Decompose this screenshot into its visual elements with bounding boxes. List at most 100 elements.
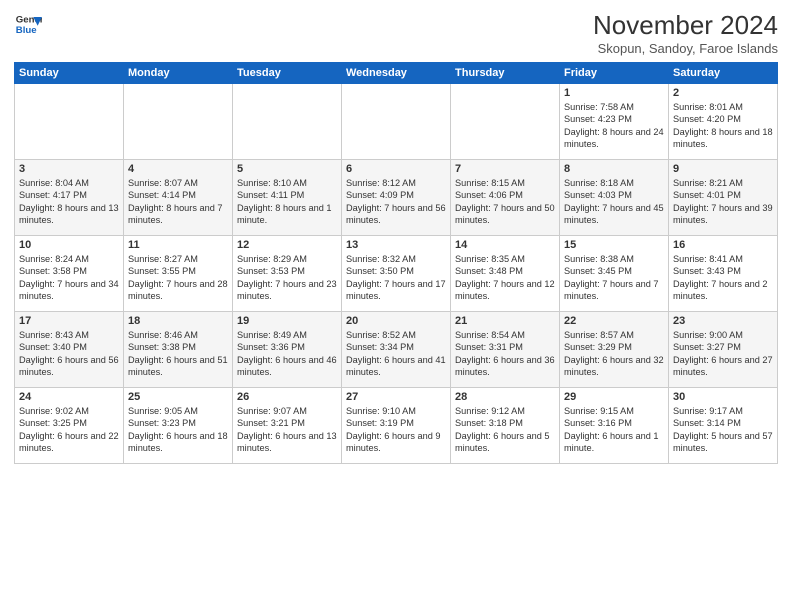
- day-number: 29: [564, 391, 664, 403]
- day-info-line: Sunrise: 8:24 AM: [19, 253, 119, 265]
- day-info-line: Sunrise: 8:15 AM: [455, 177, 555, 189]
- day-info-line: Sunset: 4:01 PM: [673, 189, 773, 201]
- day-info-line: Daylight: 7 hours and 12 minutes.: [455, 278, 555, 303]
- calendar-cell: [15, 84, 124, 160]
- day-info-line: Daylight: 8 hours and 18 minutes.: [673, 126, 773, 151]
- day-info-line: Sunset: 3:55 PM: [128, 265, 228, 277]
- day-info-line: Daylight: 6 hours and 41 minutes.: [346, 354, 446, 379]
- day-info-line: Sunrise: 8:38 AM: [564, 253, 664, 265]
- day-number: 9: [673, 163, 773, 175]
- day-info-line: Sunset: 3:48 PM: [455, 265, 555, 277]
- day-info-line: Daylight: 8 hours and 24 minutes.: [564, 126, 664, 151]
- day-info-line: Sunrise: 8:21 AM: [673, 177, 773, 189]
- day-info-line: Sunset: 4:06 PM: [455, 189, 555, 201]
- calendar-week-row: 10Sunrise: 8:24 AMSunset: 3:58 PMDayligh…: [15, 236, 778, 312]
- day-info-line: Sunrise: 9:05 AM: [128, 405, 228, 417]
- calendar-week-row: 17Sunrise: 8:43 AMSunset: 3:40 PMDayligh…: [15, 312, 778, 388]
- day-info-line: Sunrise: 8:52 AM: [346, 329, 446, 341]
- calendar-table: Sunday Monday Tuesday Wednesday Thursday…: [14, 62, 778, 464]
- day-info-line: Daylight: 8 hours and 13 minutes.: [19, 202, 119, 227]
- day-info-line: Sunrise: 8:29 AM: [237, 253, 337, 265]
- header: General Blue November 2024 Skopun, Sando…: [14, 10, 778, 56]
- calendar-cell: 9Sunrise: 8:21 AMSunset: 4:01 PMDaylight…: [669, 160, 778, 236]
- day-info-line: Daylight: 7 hours and 7 minutes.: [564, 278, 664, 303]
- col-sunday: Sunday: [15, 63, 124, 84]
- calendar-cell: 5Sunrise: 8:10 AMSunset: 4:11 PMDaylight…: [233, 160, 342, 236]
- day-info-line: Sunset: 3:19 PM: [346, 417, 446, 429]
- day-info-line: Sunrise: 8:04 AM: [19, 177, 119, 189]
- day-info-line: Daylight: 8 hours and 7 minutes.: [128, 202, 228, 227]
- calendar-cell: 13Sunrise: 8:32 AMSunset: 3:50 PMDayligh…: [342, 236, 451, 312]
- day-info-line: Sunset: 4:14 PM: [128, 189, 228, 201]
- day-info-line: Sunset: 4:09 PM: [346, 189, 446, 201]
- day-info-line: Daylight: 6 hours and 5 minutes.: [455, 430, 555, 455]
- calendar-cell: 18Sunrise: 8:46 AMSunset: 3:38 PMDayligh…: [124, 312, 233, 388]
- logo-icon: General Blue: [14, 10, 42, 38]
- day-number: 2: [673, 87, 773, 99]
- day-info-line: Sunset: 3:43 PM: [673, 265, 773, 277]
- day-info-line: Daylight: 6 hours and 13 minutes.: [237, 430, 337, 455]
- calendar-cell: 14Sunrise: 8:35 AMSunset: 3:48 PMDayligh…: [451, 236, 560, 312]
- day-info-line: Daylight: 8 hours and 1 minute.: [237, 202, 337, 227]
- day-number: 13: [346, 239, 446, 251]
- page: General Blue November 2024 Skopun, Sando…: [0, 0, 792, 612]
- calendar-week-row: 24Sunrise: 9:02 AMSunset: 3:25 PMDayligh…: [15, 388, 778, 464]
- day-info-line: Sunset: 3:31 PM: [455, 341, 555, 353]
- calendar-cell: 12Sunrise: 8:29 AMSunset: 3:53 PMDayligh…: [233, 236, 342, 312]
- day-info-line: Sunset: 3:14 PM: [673, 417, 773, 429]
- day-number: 3: [19, 163, 119, 175]
- calendar-cell: [451, 84, 560, 160]
- day-info-line: Daylight: 7 hours and 50 minutes.: [455, 202, 555, 227]
- subtitle: Skopun, Sandoy, Faroe Islands: [593, 41, 778, 56]
- day-info-line: Sunrise: 8:57 AM: [564, 329, 664, 341]
- day-number: 20: [346, 315, 446, 327]
- calendar-cell: 25Sunrise: 9:05 AMSunset: 3:23 PMDayligh…: [124, 388, 233, 464]
- day-number: 30: [673, 391, 773, 403]
- day-number: 12: [237, 239, 337, 251]
- day-info-line: Sunset: 3:27 PM: [673, 341, 773, 353]
- day-info-line: Sunset: 3:38 PM: [128, 341, 228, 353]
- day-info-line: Sunrise: 8:18 AM: [564, 177, 664, 189]
- calendar-cell: 20Sunrise: 8:52 AMSunset: 3:34 PMDayligh…: [342, 312, 451, 388]
- day-info-line: Sunrise: 8:10 AM: [237, 177, 337, 189]
- day-info-line: Daylight: 7 hours and 34 minutes.: [19, 278, 119, 303]
- day-info-line: Daylight: 6 hours and 36 minutes.: [455, 354, 555, 379]
- day-info-line: Sunrise: 9:02 AM: [19, 405, 119, 417]
- day-info-line: Sunrise: 9:07 AM: [237, 405, 337, 417]
- logo: General Blue: [14, 10, 42, 38]
- calendar-cell: 30Sunrise: 9:17 AMSunset: 3:14 PMDayligh…: [669, 388, 778, 464]
- calendar-cell: 27Sunrise: 9:10 AMSunset: 3:19 PMDayligh…: [342, 388, 451, 464]
- title-block: November 2024 Skopun, Sandoy, Faroe Isla…: [593, 10, 778, 56]
- calendar-cell: 11Sunrise: 8:27 AMSunset: 3:55 PMDayligh…: [124, 236, 233, 312]
- day-info-line: Sunrise: 8:54 AM: [455, 329, 555, 341]
- day-number: 6: [346, 163, 446, 175]
- day-info-line: Sunset: 4:11 PM: [237, 189, 337, 201]
- calendar-cell: 2Sunrise: 8:01 AMSunset: 4:20 PMDaylight…: [669, 84, 778, 160]
- day-info-line: Sunset: 4:17 PM: [19, 189, 119, 201]
- day-info-line: Daylight: 6 hours and 56 minutes.: [19, 354, 119, 379]
- day-info-line: Daylight: 7 hours and 23 minutes.: [237, 278, 337, 303]
- calendar-cell: 10Sunrise: 8:24 AMSunset: 3:58 PMDayligh…: [15, 236, 124, 312]
- calendar-cell: 24Sunrise: 9:02 AMSunset: 3:25 PMDayligh…: [15, 388, 124, 464]
- day-info-line: Sunrise: 8:32 AM: [346, 253, 446, 265]
- day-number: 11: [128, 239, 228, 251]
- day-number: 15: [564, 239, 664, 251]
- day-info-line: Sunrise: 8:35 AM: [455, 253, 555, 265]
- day-number: 8: [564, 163, 664, 175]
- day-info-line: Sunset: 4:20 PM: [673, 113, 773, 125]
- day-info-line: Sunset: 3:25 PM: [19, 417, 119, 429]
- day-info-line: Sunset: 3:18 PM: [455, 417, 555, 429]
- calendar-cell: 29Sunrise: 9:15 AMSunset: 3:16 PMDayligh…: [560, 388, 669, 464]
- day-info-line: Sunrise: 9:00 AM: [673, 329, 773, 341]
- day-number: 21: [455, 315, 555, 327]
- calendar-cell: 23Sunrise: 9:00 AMSunset: 3:27 PMDayligh…: [669, 312, 778, 388]
- calendar-cell: 3 Sunrise: 8:04 AMSunset: 4:17 PMDaylight…: [15, 160, 124, 236]
- day-info-line: Daylight: 6 hours and 32 minutes.: [564, 354, 664, 379]
- day-info-line: Daylight: 7 hours and 45 minutes.: [564, 202, 664, 227]
- day-info-line: Sunset: 3:21 PM: [237, 417, 337, 429]
- day-info-line: Sunset: 4:03 PM: [564, 189, 664, 201]
- day-info-line: Sunset: 4:23 PM: [564, 113, 664, 125]
- svg-text:Blue: Blue: [16, 25, 37, 36]
- col-saturday: Saturday: [669, 63, 778, 84]
- day-info-line: Sunrise: 8:12 AM: [346, 177, 446, 189]
